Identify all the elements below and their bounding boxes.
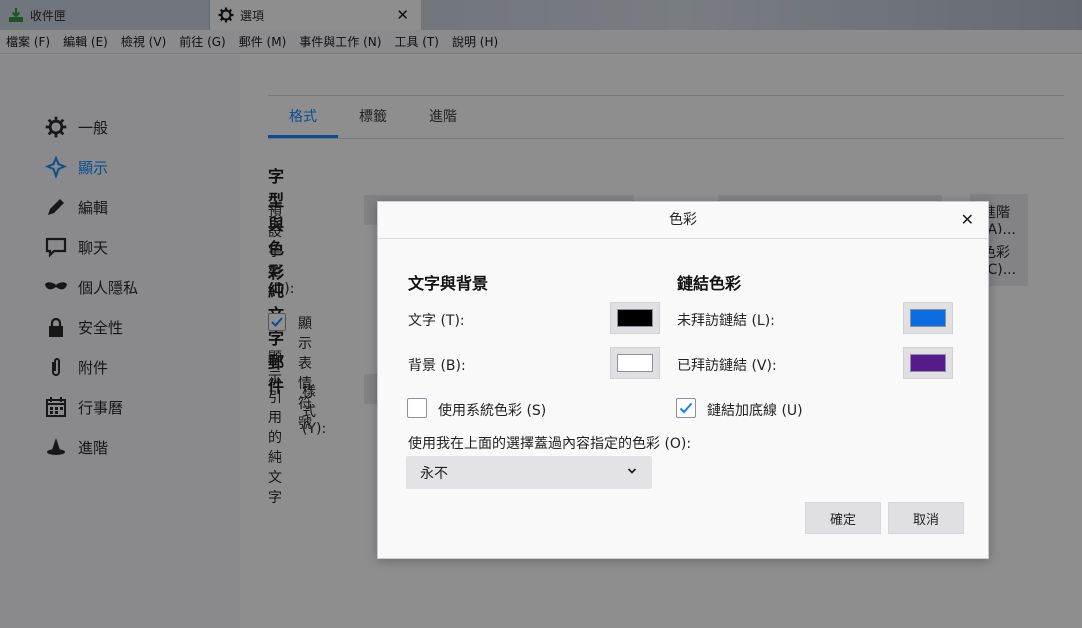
override-colors-value: 永不	[420, 465, 448, 482]
unvisited-link-label: 未拜訪鏈結 (L):	[677, 313, 775, 329]
visited-link-color-picker[interactable]	[903, 347, 953, 379]
link-colors-heading: 鏈結色彩	[677, 274, 742, 293]
dialog-title: 色彩	[378, 202, 988, 239]
text-color-swatch	[617, 309, 653, 327]
unvisited-link-swatch	[910, 309, 946, 327]
background-color-picker[interactable]	[610, 347, 660, 379]
colors-dialog: 色彩 ✕ 文字與背景 文字 (T): 背景 (B): 使用系統色彩 (S) 鏈結…	[377, 201, 989, 559]
close-icon[interactable]: ✕	[961, 210, 974, 229]
unvisited-link-color-picker[interactable]	[903, 302, 953, 334]
cancel-button[interactable]: 取消	[888, 502, 964, 534]
use-system-colors-checkbox[interactable]	[407, 398, 427, 418]
background-color-swatch	[617, 354, 653, 372]
underline-links-label: 鏈結加底線 (U)	[707, 403, 803, 419]
visited-link-label: 已拜訪鏈結 (V):	[677, 358, 777, 374]
override-colors-label: 使用我在上面的選擇蓋過內容指定的色彩 (O):	[408, 436, 692, 452]
override-colors-select[interactable]: 永不	[406, 456, 652, 489]
visited-link-swatch	[910, 354, 946, 372]
text-color-picker[interactable]	[610, 302, 660, 334]
use-system-colors-label: 使用系統色彩 (S)	[438, 403, 547, 419]
text-background-heading: 文字與背景	[408, 274, 489, 293]
checkmark-icon	[679, 402, 693, 414]
text-color-label: 文字 (T):	[408, 313, 465, 329]
ok-button[interactable]: 確定	[805, 502, 881, 534]
chevron-down-icon	[626, 465, 638, 481]
underline-links-checkbox[interactable]	[676, 398, 696, 418]
background-color-label: 背景 (B):	[408, 358, 466, 374]
